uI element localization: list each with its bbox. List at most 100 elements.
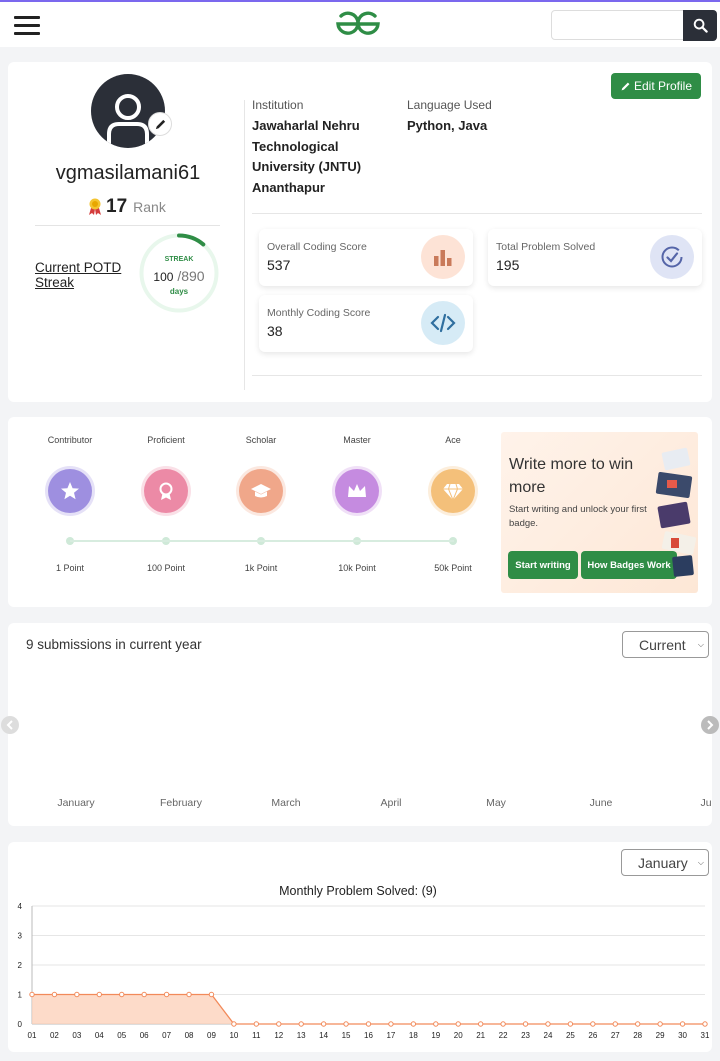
data-point: [590, 1021, 596, 1027]
search-input[interactable]: [551, 10, 684, 40]
badge-name-scholar: Scholar: [245, 435, 277, 445]
crown-icon[interactable]: [335, 469, 379, 513]
month-label: June: [589, 797, 613, 809]
prev-arrow-button[interactable]: [1, 716, 19, 734]
y-tick-label: 3: [18, 932, 23, 941]
data-point: [388, 1021, 394, 1027]
language-value: Python, Java: [407, 118, 488, 133]
data-point: [74, 991, 80, 998]
data-point: [186, 991, 192, 998]
data-point: [522, 1021, 529, 1027]
data-point: [567, 1021, 574, 1027]
x-tick-label: 10: [229, 1031, 238, 1040]
monthly-coding-score-card: Monthly Coding Score 38: [259, 295, 473, 352]
x-tick-label: 03: [72, 1031, 81, 1040]
y-tick-label: 4: [18, 902, 23, 911]
star-icon[interactable]: [48, 469, 92, 513]
month-label: April: [380, 797, 402, 809]
total-problems-solved-card: Total Problem Solved 195: [488, 229, 702, 286]
badges-card: Contributor 1 Point Proficient 100 Point Sch…: [8, 417, 712, 607]
x-tick-label: 01: [28, 1031, 37, 1040]
gfg-logo[interactable]: [335, 11, 381, 42]
x-tick-label: 16: [364, 1031, 373, 1040]
bar-chart-icon: [421, 235, 465, 279]
x-tick-label: 14: [319, 1031, 328, 1040]
x-tick-label: 20: [454, 1031, 463, 1040]
code-icon: [421, 301, 465, 345]
data-point: [96, 991, 103, 998]
edit-profile-label: Edit Profile: [633, 79, 693, 93]
submissions-heading: 9 submissions in current year: [26, 637, 202, 652]
score-value: 537: [267, 257, 291, 273]
badge-name-master: Master: [343, 435, 371, 445]
edit-profile-button[interactable]: Edit Profile: [611, 73, 701, 99]
data-point: [29, 991, 35, 998]
x-tick-label: 13: [297, 1031, 306, 1040]
score-value: 38: [267, 323, 283, 339]
data-point: [231, 1021, 237, 1027]
rank-value: 17: [106, 196, 128, 217]
potd-streak-link[interactable]: Current POTD Streak: [35, 260, 135, 290]
graduation-cap-icon[interactable]: [239, 469, 283, 513]
chevron-left-icon: [6, 720, 13, 730]
badge-name-contributor: Contributor: [47, 435, 93, 445]
month-label: February: [159, 797, 202, 809]
institution-value: Jawaharlal Nehru Technological Universit…: [252, 118, 362, 195]
x-tick-label: 12: [274, 1031, 283, 1040]
streak-current: 100: [153, 270, 174, 284]
monthly-chart-card: January ⌵ Monthly Problem Solved: (9) 01…: [8, 842, 712, 1052]
next-arrow-button[interactable]: [701, 716, 719, 734]
year-select-value: Current: [639, 636, 686, 653]
vertical-divider: [244, 100, 245, 390]
x-tick-label: 15: [342, 1031, 351, 1040]
username: vgmasilamani61: [55, 162, 201, 184]
x-tick-label: 11: [252, 1031, 261, 1040]
streak-title: STREAK: [164, 256, 194, 263]
data-point: [298, 1021, 304, 1027]
check-badge-icon: [650, 235, 694, 279]
x-tick-label: 02: [50, 1031, 59, 1040]
streak-unit: days: [169, 287, 189, 296]
x-tick-label: 27: [611, 1031, 620, 1040]
data-point: [702, 1021, 708, 1027]
divider: [252, 375, 702, 376]
promo-title: Write more to win more: [509, 456, 634, 496]
score-title: Monthly Coding Score: [267, 307, 371, 319]
diamond-icon[interactable]: [431, 469, 475, 513]
data-point: [365, 1021, 372, 1027]
ribbon-icon[interactable]: [144, 469, 188, 513]
streak-gauge: STREAK 100 /890 days: [138, 232, 220, 314]
score-value: 195: [496, 257, 520, 273]
data-point: [433, 1021, 439, 1027]
edit-avatar-button[interactable]: [148, 112, 172, 136]
year-select[interactable]: Current ⌵: [622, 631, 709, 658]
menu-icon[interactable]: [14, 16, 40, 36]
x-tick-label: 18: [409, 1031, 418, 1040]
x-tick-label: 23: [521, 1031, 530, 1040]
x-tick-label: 21: [476, 1031, 485, 1040]
badge-progress-track: [70, 540, 454, 542]
x-tick-label: 28: [633, 1031, 642, 1040]
data-point: [477, 1021, 484, 1027]
data-point: [545, 1021, 551, 1027]
monthly-chart: 0123401 02 03 04 05 06 07 08 09 10 11 12 13 14 15 16 17 1…: [18, 902, 710, 1040]
search-button[interactable]: [683, 10, 717, 41]
promo-text: Start writing and unlock your first badg…: [509, 504, 647, 529]
y-tick-label: 1: [18, 991, 23, 1000]
data-point: [163, 991, 170, 998]
data-point: [51, 991, 58, 998]
data-point: [253, 1021, 260, 1027]
x-tick-label: 22: [499, 1031, 508, 1040]
data-point: [343, 1021, 349, 1027]
data-point: [320, 1021, 327, 1027]
badge-points: 10k Point: [338, 563, 376, 573]
institution-label: Institution: [252, 98, 304, 112]
data-point: [500, 1021, 506, 1027]
month-label: Ju: [700, 797, 712, 809]
badge-name-ace: Ace: [445, 435, 461, 445]
overall-coding-score-card: Overall Coding Score 537: [259, 229, 473, 286]
start-writing-button[interactable]: Start writing: [508, 551, 578, 579]
streak-total: /890: [177, 268, 205, 284]
month-label: January: [57, 797, 95, 809]
books-illustration: [655, 447, 697, 577]
